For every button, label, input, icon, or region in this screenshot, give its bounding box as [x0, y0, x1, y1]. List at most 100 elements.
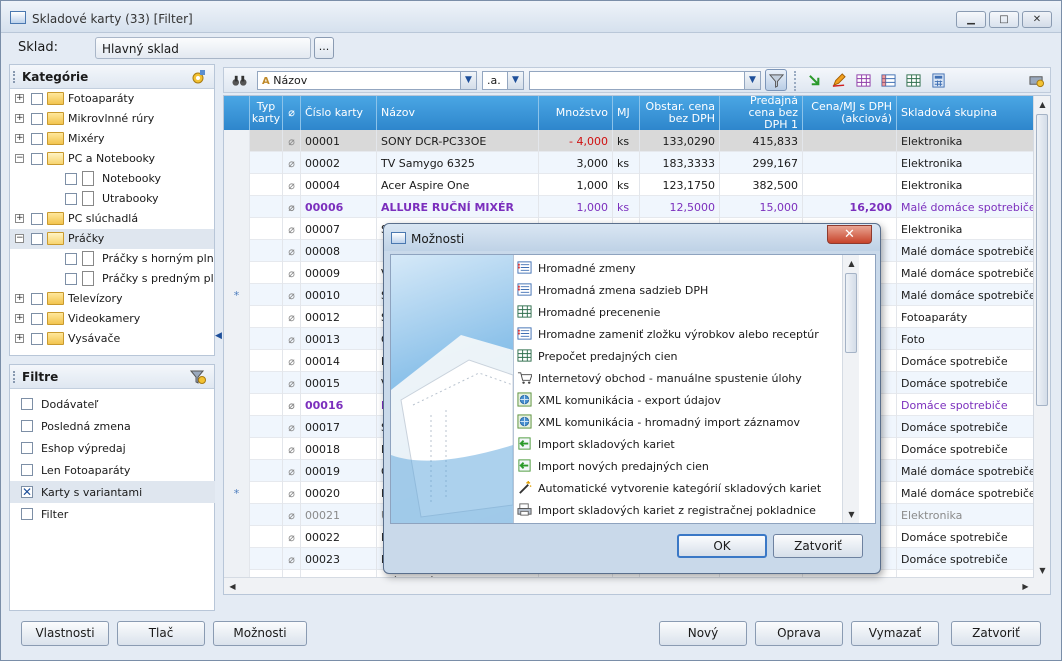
tree-item[interactable]: Práčky s predným plnením: [10, 269, 214, 289]
filter-checkbox[interactable]: [21, 442, 33, 454]
tree-item[interactable]: + Mixéry: [10, 129, 214, 149]
tree-item[interactable]: Utrabooky: [10, 189, 214, 209]
col-obstar-cena[interactable]: Obstar. cena bez DPH: [640, 96, 720, 130]
tree-item[interactable]: + Vysávače: [10, 329, 214, 349]
col-attachment[interactable]: ⌀: [283, 96, 301, 130]
tree-item[interactable]: Práčky s horným plnením: [10, 249, 214, 269]
tree-item[interactable]: − PC a Notebooky: [10, 149, 214, 169]
filter-item[interactable]: Posledná zmena: [10, 415, 215, 437]
expand-icon[interactable]: +: [15, 314, 24, 323]
tree-checkbox[interactable]: [31, 233, 43, 245]
tree-checkbox[interactable]: [31, 153, 43, 165]
col-predajna-cena[interactable]: Predajná cena bez DPH 1: [720, 96, 803, 131]
tree-item[interactable]: + Videokamery: [10, 309, 214, 329]
mode-combo[interactable]: .a. ▼: [482, 71, 524, 90]
col-cislo-karty[interactable]: Číslo karty: [301, 96, 377, 130]
arrow-down-right-icon[interactable]: [808, 73, 823, 88]
tree-item[interactable]: + Fotoaparáty: [10, 89, 214, 109]
scroll-thumb[interactable]: [1036, 114, 1048, 406]
dialog-option-item[interactable]: XML komunikácia - hromadný import záznam…: [514, 411, 843, 433]
filter-checkbox[interactable]: [21, 464, 33, 476]
dialog-option-item[interactable]: Hromadné zmeny: [514, 257, 843, 279]
dialog-option-item[interactable]: Hromadná zmena sadzieb DPH: [514, 279, 843, 301]
table-row[interactable]: ⌀ 00006 ALLURE RUČNÍ MIXÉR 1,000 ks 12,5000 15…: [224, 196, 1034, 218]
tree-checkbox[interactable]: [31, 293, 43, 305]
scroll-down-icon[interactable]: ▼: [843, 506, 860, 523]
dialog-option-item[interactable]: Import nových predajných cien: [514, 455, 843, 477]
dialog-option-item[interactable]: Hromadné precenenie: [514, 301, 843, 323]
filter-checkbox[interactable]: [21, 508, 33, 520]
chevron-down-icon[interactable]: ▼: [744, 72, 760, 89]
tree-checkbox[interactable]: [65, 273, 77, 285]
col-nazov[interactable]: Názov: [377, 96, 539, 130]
table-row[interactable]: ⌀ 00002 TV Samygo 6325 3,000 ks 183,3333 299,1…: [224, 152, 1034, 174]
edit-pencil-icon[interactable]: [831, 73, 846, 88]
tree-item[interactable]: − Práčky: [10, 229, 214, 249]
expand-icon[interactable]: +: [15, 114, 24, 123]
novy-button[interactable]: Nový: [659, 621, 747, 646]
filter-button[interactable]: [765, 69, 787, 91]
dialog-option-item[interactable]: Automatické vytvorenie kategórií skladov…: [514, 477, 843, 499]
moznosti-button[interactable]: Možnosti: [213, 621, 307, 646]
tree-checkbox[interactable]: [31, 113, 43, 125]
chevron-down-icon[interactable]: ▼: [507, 72, 523, 89]
tree-item[interactable]: + Mikrovlnné rúry: [10, 109, 214, 129]
expand-icon[interactable]: +: [15, 134, 24, 143]
dialog-scroll-thumb[interactable]: [845, 273, 857, 353]
tree-checkbox[interactable]: [31, 333, 43, 345]
dialog-option-item[interactable]: Internetový obchod - manuálne spustenie …: [514, 367, 843, 389]
minimize-button[interactable]: ▁: [956, 11, 986, 28]
grid-vertical-scrollbar[interactable]: ▲ ▼: [1033, 96, 1050, 594]
dialog-close-button[interactable]: ✕: [827, 225, 872, 244]
oprava-button[interactable]: Oprava: [755, 621, 843, 646]
col-mj[interactable]: MJ: [613, 96, 640, 130]
grid-horizontal-scrollbar[interactable]: ◀ ▶: [224, 577, 1034, 594]
tree-checkbox[interactable]: [31, 133, 43, 145]
tree-item[interactable]: + Televízory: [10, 289, 214, 309]
search-combo[interactable]: ▼: [529, 71, 761, 90]
scroll-down-icon[interactable]: ▼: [1034, 562, 1050, 579]
table-row[interactable]: ⌀ 00004 Acer Aspire One 1,000 ks 123,1750 382,…: [224, 174, 1034, 196]
filter-item[interactable]: Eshop výpredaj: [10, 437, 215, 459]
tree-checkbox[interactable]: [31, 93, 43, 105]
collapse-icon[interactable]: −: [15, 154, 24, 163]
filter-checkbox[interactable]: [21, 398, 33, 410]
tree-item[interactable]: + PC slúchadlá: [10, 209, 214, 229]
tree-checkbox[interactable]: [31, 213, 43, 225]
scroll-right-icon[interactable]: ▶: [1017, 578, 1034, 594]
col-skladova-skupina[interactable]: Skladová skupina: [897, 96, 1034, 130]
list-grid-icon[interactable]: [881, 73, 896, 88]
binoculars-icon[interactable]: [232, 73, 247, 88]
tree-checkbox[interactable]: [65, 193, 77, 205]
dialog-ok-button[interactable]: OK: [677, 534, 767, 558]
collapse-icon[interactable]: −: [15, 234, 24, 243]
dialog-option-item[interactable]: Import skladových kariet: [514, 433, 843, 455]
toolbar-settings-icon[interactable]: [1029, 73, 1044, 88]
collapse-arrow-icon[interactable]: ◀: [215, 331, 222, 343]
filter-item[interactable]: Dodávateľ: [10, 393, 215, 415]
expand-icon[interactable]: +: [15, 94, 24, 103]
tree-checkbox[interactable]: [65, 253, 77, 265]
expand-icon[interactable]: +: [15, 214, 24, 223]
vymazat-button[interactable]: Vymazať: [851, 621, 939, 646]
dialog-option-item[interactable]: Prepočet predajných cien: [514, 345, 843, 367]
filter-checkbox[interactable]: [21, 420, 33, 432]
calculator-icon[interactable]: [931, 73, 946, 88]
tree-item[interactable]: Notebooky: [10, 169, 214, 189]
expand-icon[interactable]: +: [15, 334, 24, 343]
scroll-up-icon[interactable]: ▲: [843, 255, 860, 272]
dialog-scrollbar[interactable]: ▲ ▼: [842, 255, 859, 523]
close-button[interactable]: ✕: [1022, 11, 1052, 28]
col-mnozstvo[interactable]: Množstvo: [539, 96, 613, 130]
filter-checkbox[interactable]: ✕: [21, 486, 33, 498]
tree-checkbox[interactable]: [65, 173, 77, 185]
settings-icon[interactable]: [190, 69, 206, 85]
zatvorit-button[interactable]: Zatvoriť: [951, 621, 1041, 646]
table-row[interactable]: ⌀ 00001 SONY DCR-PC33OE - 4,000 ks 133,0290 41…: [224, 130, 1034, 152]
col-typ-karty[interactable]: Typ karty: [250, 96, 283, 130]
sklad-browse-button[interactable]: ...: [314, 37, 334, 59]
maximize-button[interactable]: □: [989, 11, 1019, 28]
dialog-zatvorit-button[interactable]: Zatvoriť: [773, 534, 863, 558]
filter-item[interactable]: Len Fotoaparáty: [10, 459, 215, 481]
scroll-up-icon[interactable]: ▲: [1034, 96, 1050, 113]
